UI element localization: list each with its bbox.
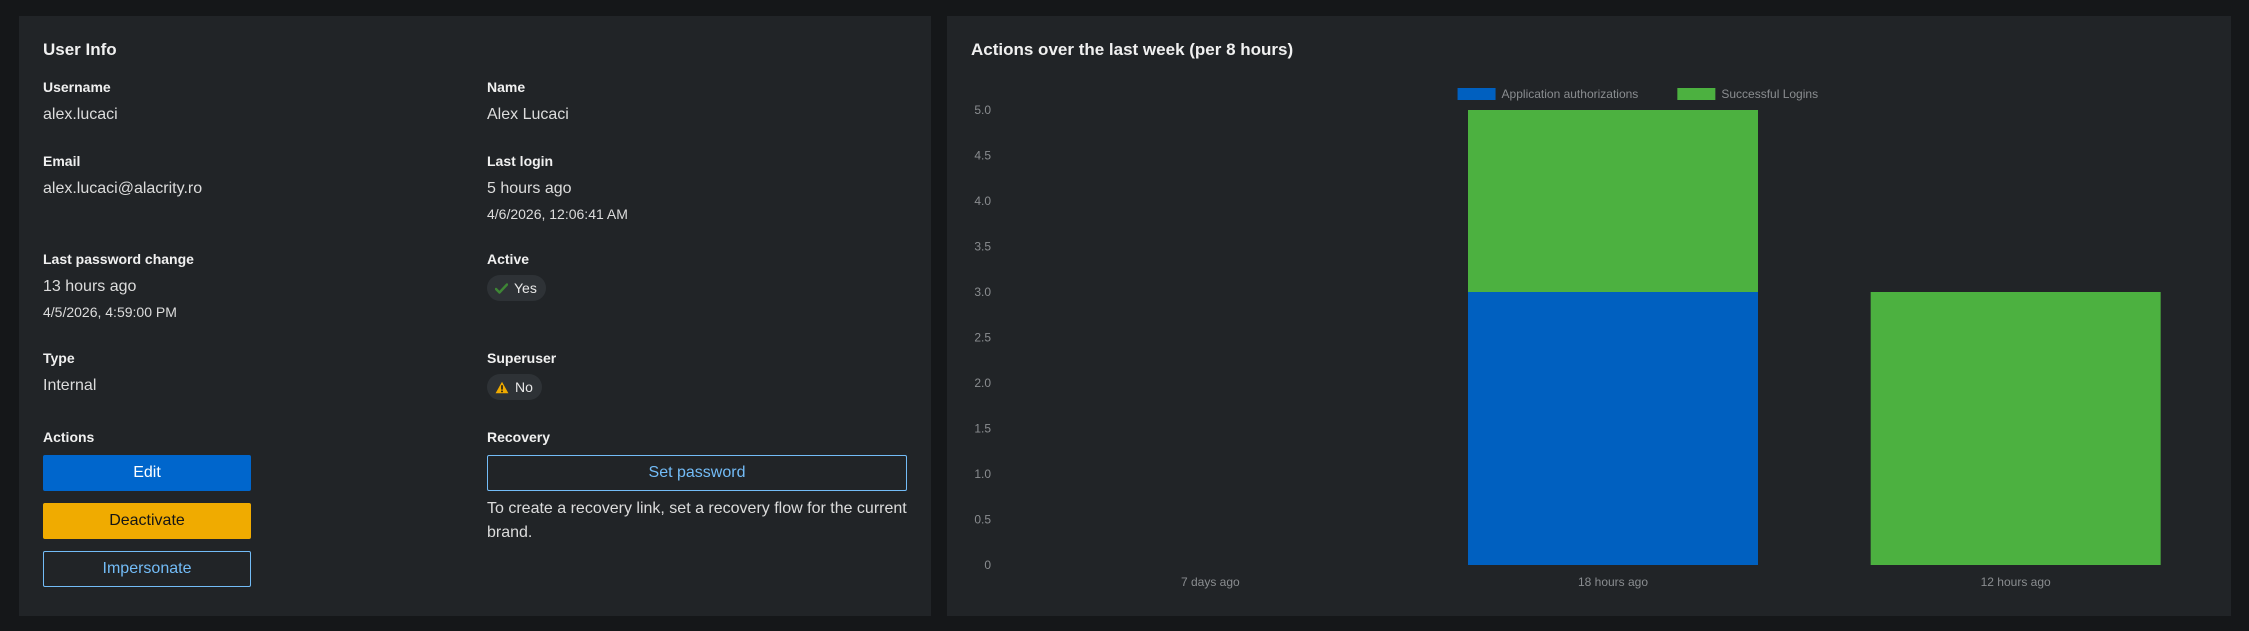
recovery-field: Recovery (487, 429, 907, 445)
y-tick-label: 4.0 (974, 194, 991, 208)
recovery-help-text: To create a recovery link, set a recover… (487, 500, 907, 541)
last-password-change-label: Last password change (43, 251, 194, 267)
check-icon (495, 282, 508, 294)
last-password-change-field: Last password change 13 hours ago 4/5/20… (43, 251, 463, 320)
y-tick-label: 1.0 (974, 467, 991, 481)
bar-successful-logins-2 (1870, 292, 2161, 565)
bar-application-authorizations-1 (1468, 292, 1758, 565)
superuser-label: Superuser (487, 350, 557, 366)
y-tick-label: 2.0 (974, 376, 991, 390)
last-login-field: Last login 5 hours ago 4/6/2026, 12:06:4… (487, 153, 907, 222)
impersonate-button[interactable]: Impersonate (43, 551, 251, 587)
active-label: Active (487, 251, 530, 267)
username-label: Username (43, 79, 111, 95)
email-label: Email (43, 153, 81, 169)
last-login-relative: 5 hours ago (487, 180, 572, 197)
actions-chart: Application authorizations Successful Log… (974, 87, 2161, 589)
username-field: Username alex.lucaci (43, 79, 463, 124)
type-value: Internal (43, 377, 97, 394)
legend-label: Application authorizations (1502, 87, 1639, 101)
last-password-change-absolute: 4/5/2026, 4:59:00 PM (43, 304, 177, 320)
y-tick-label: 3.5 (974, 240, 991, 254)
superuser-value: No (515, 379, 533, 395)
x-tick-label: 7 days ago (1181, 575, 1240, 589)
username-value: alex.lucaci (43, 106, 118, 123)
email-field: Email alex.lucaci@alacrity.ro (43, 153, 463, 198)
last-login-label: Last login (487, 153, 554, 169)
superuser-field: Superuser No (487, 350, 907, 400)
actions-label: Actions (43, 429, 95, 445)
legend-label: Successful Logins (1721, 87, 1818, 101)
y-tick-label: 1.5 (974, 422, 991, 436)
bar-successful-logins-1 (1468, 110, 1758, 292)
x-tick-label: 12 hours ago (1981, 575, 2051, 589)
last-login-absolute: 4/6/2026, 12:06:41 AM (487, 206, 628, 222)
active-badge: Yes (487, 275, 546, 301)
type-field: Type Internal (43, 350, 463, 395)
edit-button[interactable]: Edit (43, 455, 251, 491)
active-value: Yes (514, 280, 537, 296)
user-info-card: User Info Username alex.lucaci Name Alex… (19, 16, 931, 616)
last-password-change-relative: 13 hours ago (43, 278, 137, 295)
recovery-label: Recovery (487, 429, 551, 445)
x-tick-label: 18 hours ago (1578, 575, 1648, 589)
name-label: Name (487, 79, 526, 95)
actions-chart-card: Actions over the last week (per 8 hours)… (947, 16, 2231, 616)
user-info-title: User Info (43, 40, 117, 59)
type-label: Type (43, 350, 75, 366)
y-tick-label: 4.5 (974, 149, 991, 163)
legend-swatch (1677, 88, 1716, 100)
name-value: Alex Lucaci (487, 106, 569, 123)
y-tick-label: 2.5 (974, 331, 991, 345)
email-value: alex.lucaci@alacrity.ro (43, 180, 203, 197)
y-tick-label: 0 (984, 558, 991, 572)
name-field: Name Alex Lucaci (487, 79, 907, 124)
active-field: Active Yes (487, 251, 907, 301)
y-tick-label: 5.0 (974, 103, 991, 117)
y-tick-label: 3.0 (974, 285, 991, 299)
set-password-button[interactable]: Set password (487, 455, 907, 491)
deactivate-button[interactable]: Deactivate (43, 503, 251, 539)
y-tick-label: 0.5 (974, 513, 991, 527)
superuser-badge: No (487, 374, 542, 400)
legend-swatch (1457, 88, 1496, 100)
actions-field: Actions (43, 429, 463, 445)
warning-icon (495, 381, 509, 393)
